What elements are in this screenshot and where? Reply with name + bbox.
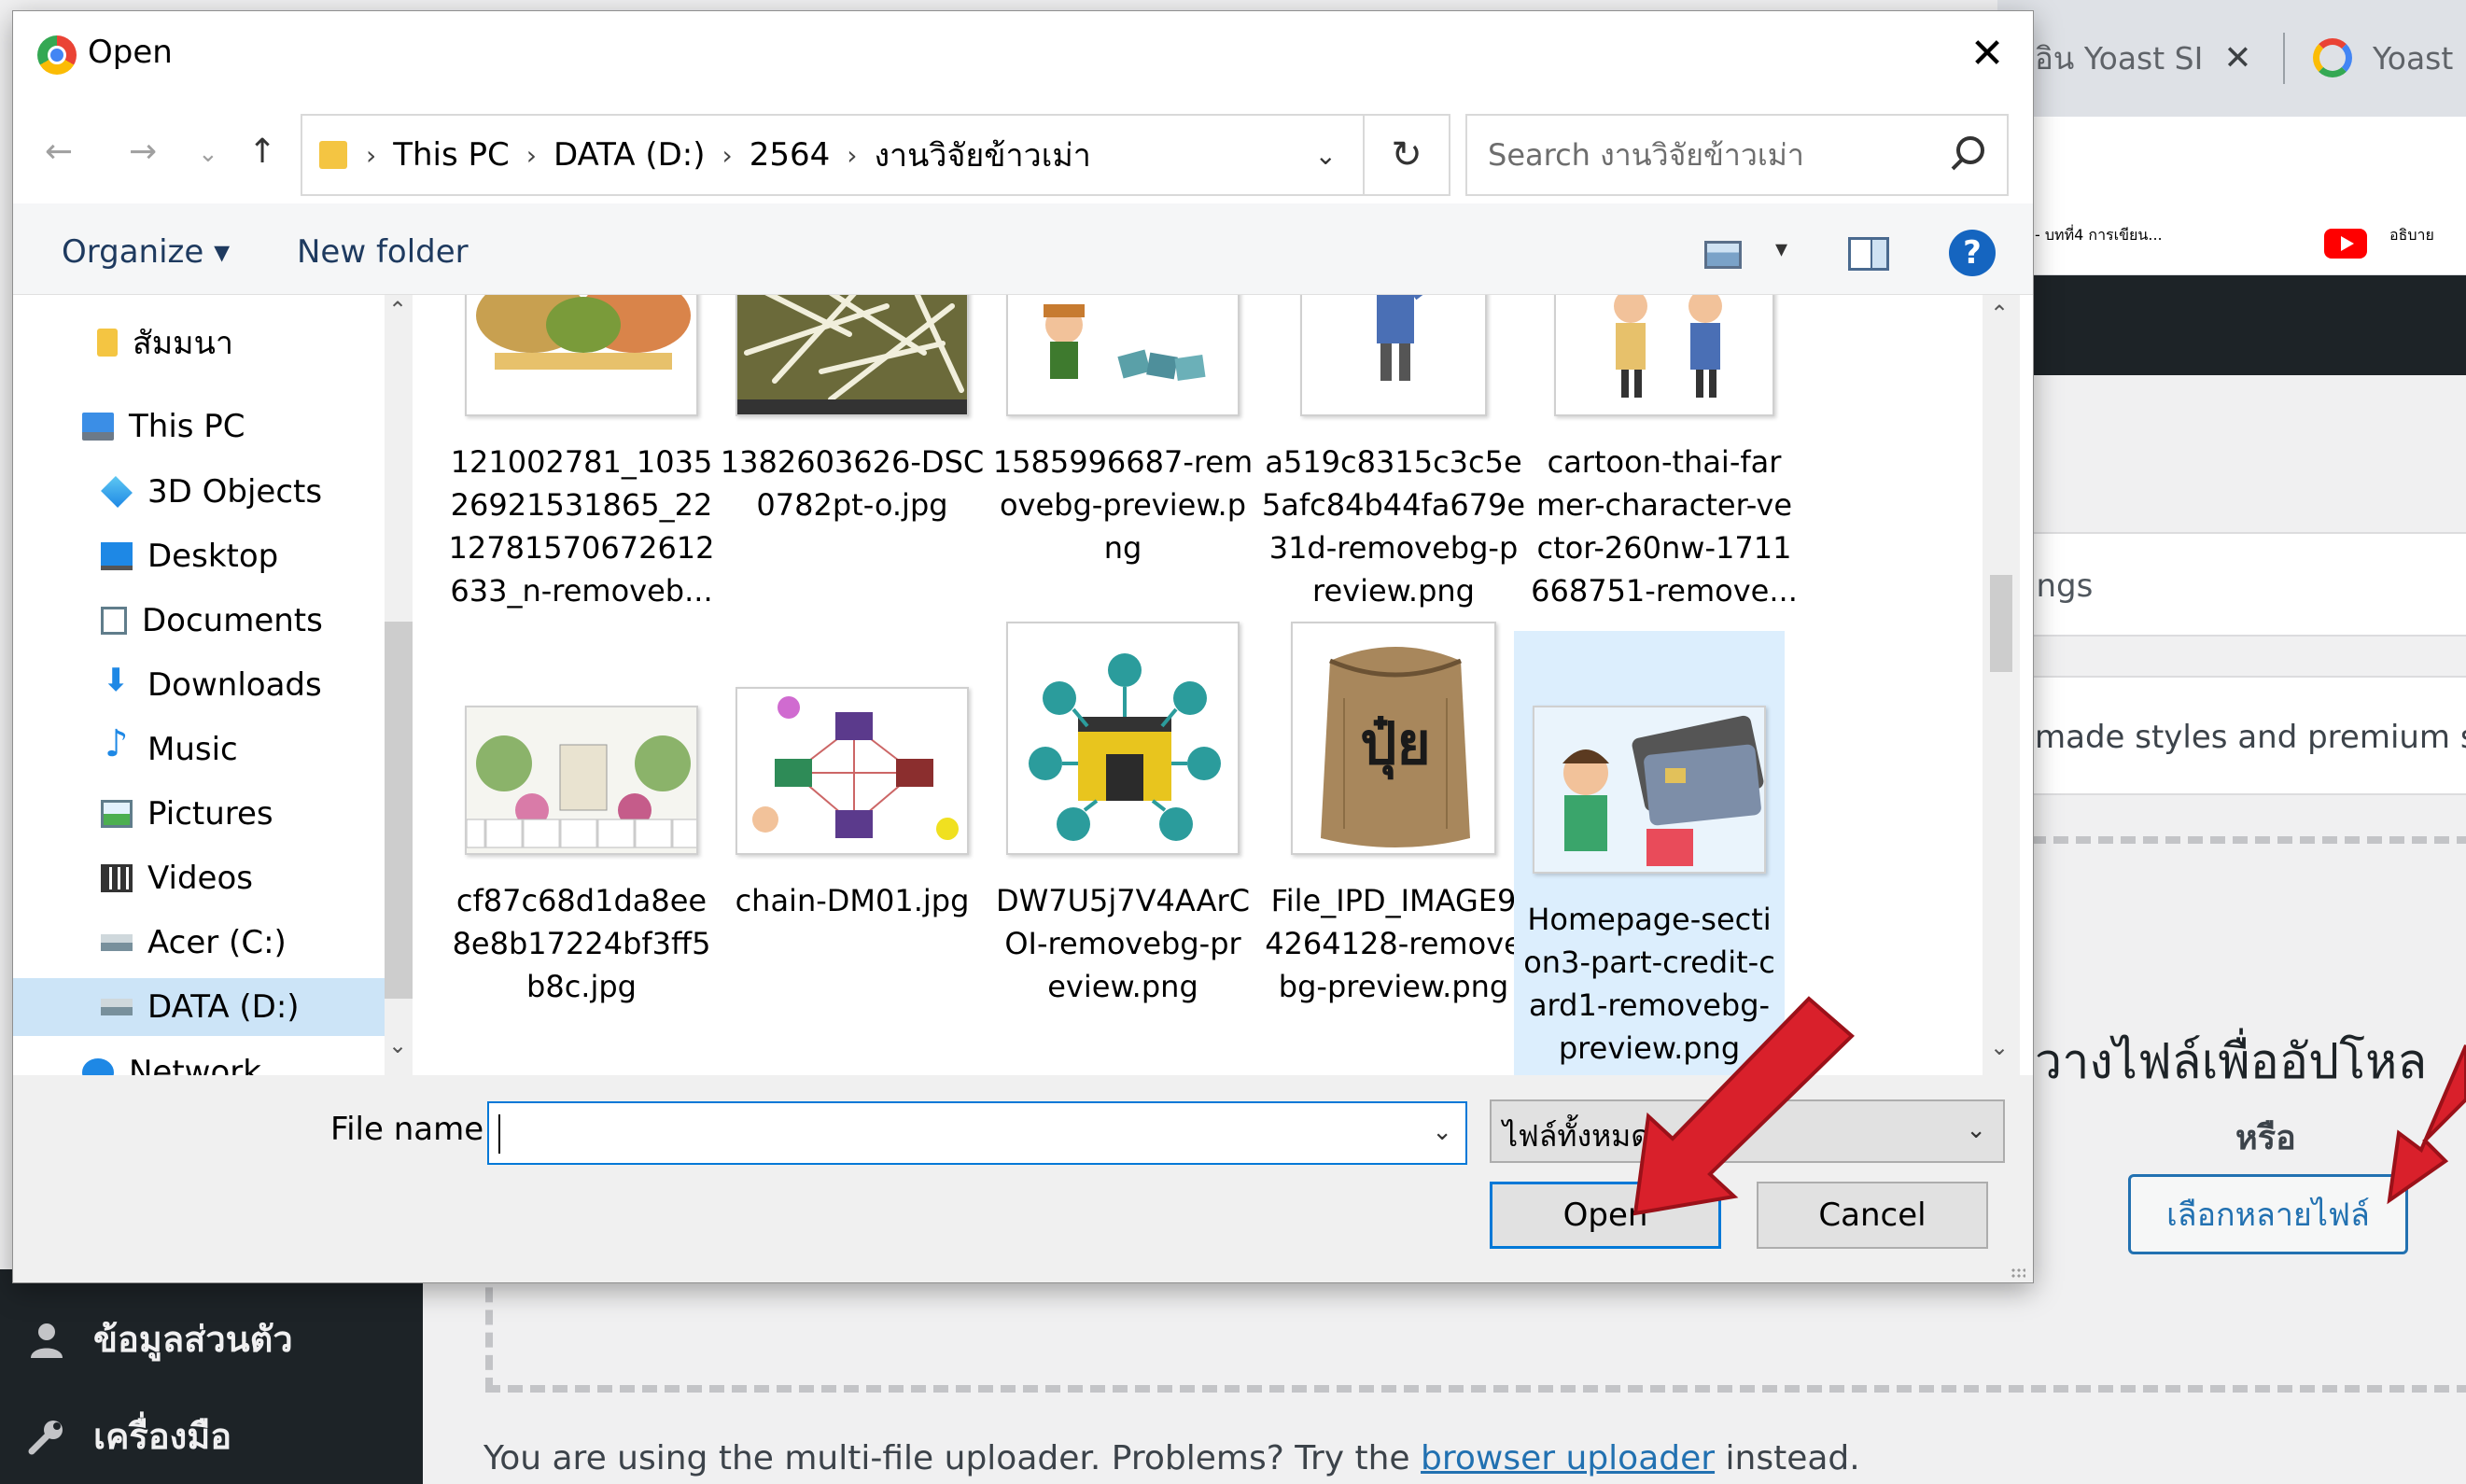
red-arrow-icon <box>1632 996 1855 1216</box>
annotation-arrows <box>1632 996 2466 1216</box>
red-arrow-icon <box>2387 1044 2466 1205</box>
screen: กอิน Yoast SI ✕ Yoast - บทที่4 การเขียน.… <box>0 0 2466 1484</box>
